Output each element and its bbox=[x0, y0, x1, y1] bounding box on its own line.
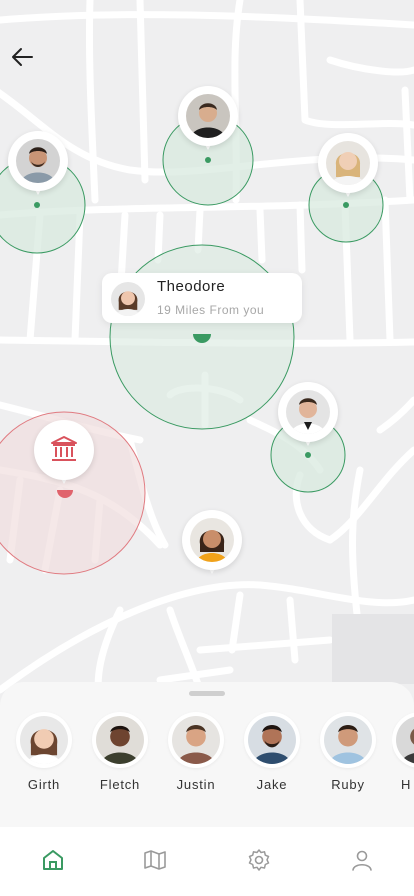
friend-name: Justin bbox=[176, 777, 216, 792]
person-info-card[interactable]: Theodore 19 Miles From you bbox=[102, 273, 302, 323]
friend-pin[interactable] bbox=[318, 133, 378, 205]
avatar bbox=[326, 141, 370, 185]
settings-icon bbox=[248, 849, 270, 871]
avatar bbox=[16, 139, 60, 183]
bank-pin[interactable] bbox=[34, 420, 94, 492]
person-name: Theodore bbox=[157, 278, 226, 295]
nav-map[interactable] bbox=[142, 847, 168, 873]
profile-icon bbox=[352, 850, 372, 871]
friend-pin[interactable] bbox=[178, 86, 238, 158]
friend-name: Jake bbox=[256, 777, 288, 792]
friend-pin[interactable] bbox=[182, 510, 242, 582]
map-icon bbox=[144, 850, 166, 870]
friend-item[interactable]: H bbox=[392, 712, 414, 792]
avatar bbox=[186, 94, 230, 138]
friend-pin[interactable] bbox=[8, 131, 68, 203]
avatar bbox=[111, 282, 145, 316]
nav-home[interactable] bbox=[40, 847, 66, 873]
avatar bbox=[96, 716, 144, 764]
friend-name: Ruby bbox=[331, 777, 365, 792]
arrow-left-icon bbox=[12, 48, 33, 66]
friend-name: Fletch bbox=[99, 777, 141, 792]
back-button[interactable] bbox=[10, 44, 36, 70]
friend-pin[interactable] bbox=[278, 382, 338, 454]
avatar bbox=[248, 716, 296, 764]
app-screen: Theodore 19 Miles From you Girth Fletch … bbox=[0, 0, 414, 896]
friend-item[interactable]: Ruby bbox=[318, 712, 378, 792]
home-icon bbox=[43, 850, 63, 870]
avatar bbox=[286, 390, 330, 434]
avatar bbox=[172, 716, 220, 764]
avatar bbox=[396, 716, 414, 764]
friend-item[interactable]: Justin bbox=[166, 712, 226, 792]
friend-name: Girth bbox=[27, 777, 61, 792]
avatar bbox=[190, 518, 234, 562]
friend-name: H bbox=[401, 777, 412, 792]
friends-sheet: Girth Fletch Justin Jake Ruby H bbox=[0, 682, 414, 827]
bank-icon bbox=[51, 436, 77, 461]
friend-item[interactable]: Jake bbox=[242, 712, 302, 792]
friend-item[interactable]: Fletch bbox=[90, 712, 150, 792]
nav-settings[interactable] bbox=[246, 847, 272, 873]
nav-profile[interactable] bbox=[349, 847, 375, 873]
avatar bbox=[324, 716, 372, 764]
avatar bbox=[20, 716, 68, 764]
sheet-handle[interactable] bbox=[189, 691, 225, 696]
person-distance: 19 Miles From you bbox=[157, 303, 265, 317]
bottom-nav bbox=[0, 827, 414, 896]
friend-item[interactable]: Girth bbox=[14, 712, 74, 792]
